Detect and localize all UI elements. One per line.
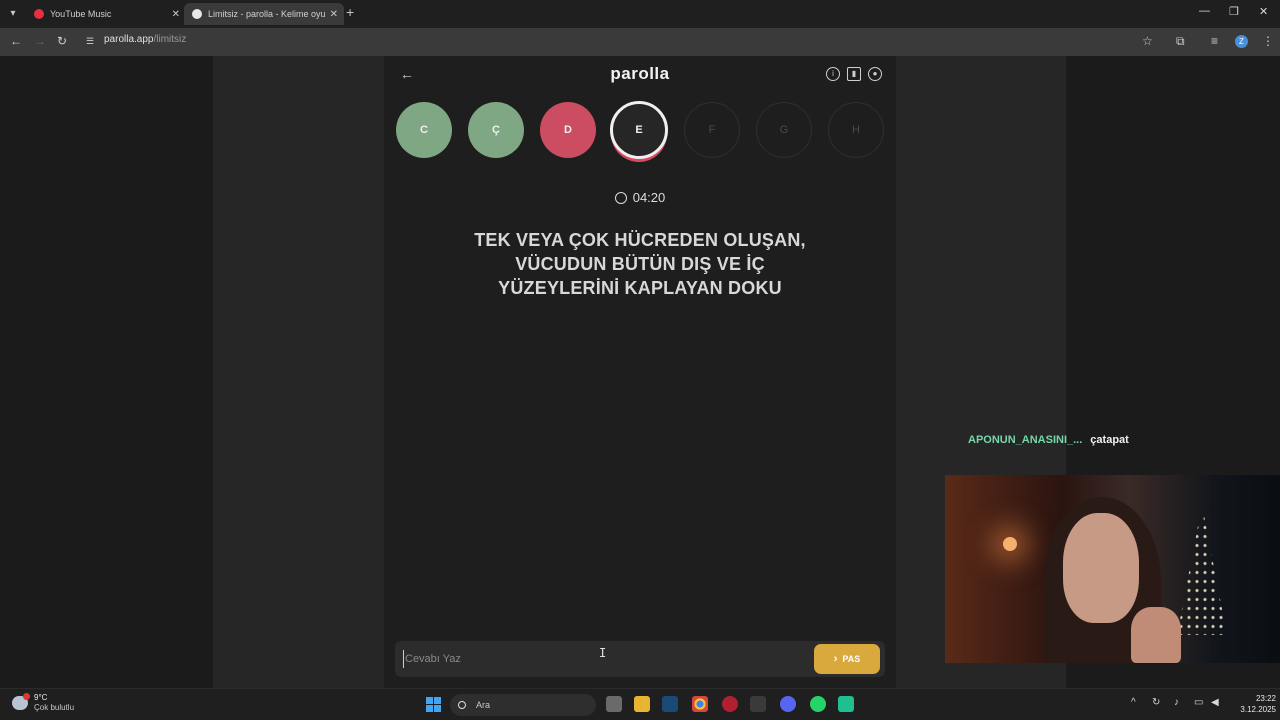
microphone-icon[interactable]: ♪: [1174, 697, 1179, 708]
minimize-icon[interactable]: —: [1199, 5, 1210, 17]
letter-wheel: C Ç D E F G H: [396, 101, 886, 162]
question-line: VÜCUDUN BÜTÜN DIŞ VE İÇ: [515, 254, 765, 274]
weather-desc: Çok bulutlu: [34, 703, 75, 712]
logo[interactable]: parolla: [384, 64, 896, 84]
letter-circle-current: E: [610, 101, 668, 159]
weather-temp: 9°C: [34, 693, 48, 702]
tab-strip: ▾ YouTube Music ✕ Limitsiz - parolla - K…: [0, 0, 1280, 28]
address-bar[interactable]: parolla.app/limitsiz: [104, 34, 186, 45]
weather-widget[interactable]: 9°C Çok bulutlu: [12, 693, 74, 713]
terminal-icon[interactable]: [750, 696, 766, 712]
task-view-icon[interactable]: [606, 696, 622, 712]
taskbar-clock[interactable]: 23:22 3.12.2025: [1232, 693, 1276, 715]
text-cursor-icon: I: [599, 646, 607, 660]
letter-circle-pending: G: [756, 102, 812, 158]
url-path: /limitsiz: [153, 34, 187, 45]
app-green-icon[interactable]: [838, 696, 854, 712]
search-label: Ara: [476, 700, 491, 710]
letter-circle-pending: F: [684, 102, 740, 158]
letter-circle-wrong: D: [540, 102, 596, 158]
tab-parolla[interactable]: Limitsiz - parolla - Kelime oyunu ✕: [184, 3, 344, 25]
letter-circle-correct: Ç: [468, 102, 524, 158]
game-panel: ← parolla i ▮ ● C Ç D E F G H 04:20 TEK …: [384, 56, 896, 688]
sync-icon[interactable]: ↻: [1152, 697, 1160, 708]
extensions-icon[interactable]: ⧉: [1176, 34, 1185, 49]
restore-icon[interactable]: ❐: [1229, 5, 1239, 18]
youtube-music-icon: [34, 9, 44, 19]
answer-bar: › PAS: [395, 641, 885, 677]
question-line: TEK VEYA ÇOK HÜCREDEN OLUŞAN,: [474, 230, 806, 250]
question-line: YÜZEYLERİNİ KAPLAYAN DOKU: [498, 278, 782, 298]
url-host: parolla.app: [104, 34, 154, 45]
tab-title: YouTube Music: [50, 9, 112, 19]
pass-button[interactable]: › PAS: [814, 644, 880, 674]
cloud-icon: [12, 693, 30, 710]
close-icon[interactable]: ✕: [330, 9, 338, 20]
forward-icon[interactable]: →: [34, 34, 46, 48]
header-actions: i ▮ ●: [826, 67, 882, 81]
reload-icon[interactable]: ↻: [57, 34, 67, 48]
clock-time: 23:22: [1255, 694, 1276, 703]
letter-circle-pending: H: [828, 102, 884, 158]
steam-icon[interactable]: [662, 696, 678, 712]
menu-kebab-icon[interactable]: ⋮: [1262, 34, 1274, 48]
chat-message: APONUN_ANASINI_... çatapat: [968, 434, 1129, 446]
windows-start-icon[interactable]: [426, 697, 441, 712]
profile-avatar[interactable]: Z: [1235, 35, 1248, 48]
search-icon: [458, 701, 466, 709]
bookmark-star-icon[interactable]: ☆: [1142, 34, 1153, 48]
network-icon[interactable]: ▭: [1194, 697, 1203, 708]
weather-text: 9°C Çok bulutlu: [34, 693, 74, 713]
back-icon[interactable]: ←: [10, 34, 22, 48]
volume-icon[interactable]: ◀: [1211, 697, 1219, 708]
close-icon[interactable]: ✕: [172, 9, 180, 20]
pass-label: PAS: [842, 654, 861, 664]
answer-input[interactable]: [403, 650, 783, 668]
christmas-tree-lights: [1177, 505, 1227, 635]
profile-icon[interactable]: ●: [868, 67, 882, 81]
tab-youtube-music[interactable]: YouTube Music ✕: [26, 3, 186, 25]
whatsapp-icon[interactable]: [810, 696, 826, 712]
tab-title: Limitsiz - parolla - Kelime oyunu: [208, 9, 326, 19]
streamer-hand: [1131, 607, 1181, 663]
site-info-icon[interactable]: ☰: [86, 36, 94, 47]
chat-username: APONUN_ANASINI_...: [968, 434, 1083, 446]
webcam-overlay: [945, 475, 1280, 663]
media-queue-icon[interactable]: ≡: [1211, 34, 1218, 48]
chevron-right-icon: ›: [833, 653, 838, 665]
tab-search-chevron-icon[interactable]: ▾: [4, 5, 22, 23]
taskbar-search[interactable]: Ara: [450, 694, 596, 716]
chrome-icon[interactable]: [692, 696, 708, 712]
app-red-icon[interactable]: [722, 696, 738, 712]
lamp-light: [1003, 537, 1017, 551]
streamer-face: [1063, 513, 1139, 623]
stats-icon[interactable]: ▮: [847, 67, 861, 81]
letter-circle-correct: C: [396, 102, 452, 158]
timer: 04:20: [384, 190, 896, 205]
timer-value: 04:20: [632, 190, 666, 205]
discord-icon[interactable]: [780, 696, 796, 712]
clock-date: 3.12.2025: [1240, 705, 1276, 714]
new-tab-icon[interactable]: +: [346, 4, 354, 20]
chat-text: çatapat: [1090, 434, 1129, 446]
close-window-icon[interactable]: ✕: [1259, 5, 1268, 18]
question-text: TEK VEYA ÇOK HÜCREDEN OLUŞAN, VÜCUDUN BÜ…: [440, 228, 840, 300]
info-icon[interactable]: i: [826, 67, 840, 81]
tray-chevron-icon[interactable]: ^: [1131, 697, 1136, 708]
file-explorer-icon[interactable]: [634, 696, 650, 712]
game-header: ← parolla i ▮ ●: [384, 56, 896, 92]
clock-icon: [614, 192, 627, 204]
browser-toolbar: ← → ↻ ☰ parolla.app/limitsiz ☆ ⧉ ≡ Z ⋮: [0, 28, 1280, 56]
taskbar: 9°C Çok bulutlu Ara ^ ↻ ♪ ▭ ◀ 23:22 3.12…: [0, 688, 1280, 720]
parolla-favicon-icon: [192, 9, 202, 19]
